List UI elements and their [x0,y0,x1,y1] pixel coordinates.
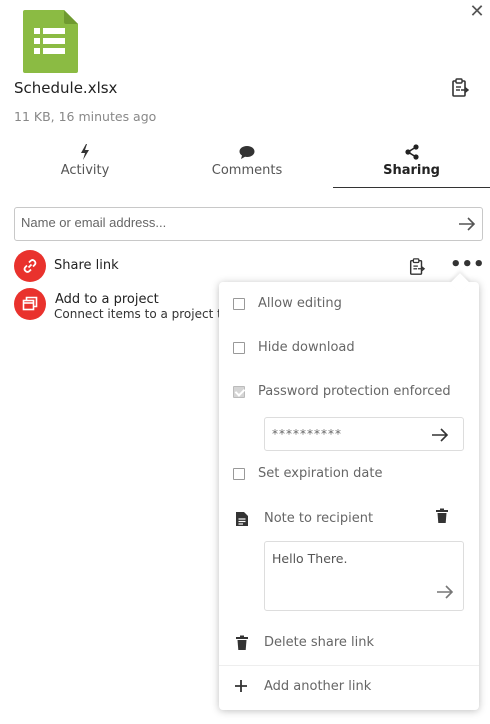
tab-comments[interactable]: Comments [200,143,294,187]
hide-download-label: Hide download [258,340,355,355]
share-search-input[interactable] [21,215,441,230]
delete-note-button[interactable] [435,508,449,524]
add-another-link-button[interactable]: Add another link [264,679,371,694]
share-search-box [14,207,483,241]
trash-icon [436,508,448,523]
spreadsheet-icon [22,8,80,74]
copy-link-button[interactable] [408,258,426,276]
project-description: Connect items to a project to make them … [54,307,220,321]
arrow-right-icon[interactable] [458,216,476,232]
allow-editing-checkbox[interactable] [233,298,245,310]
password-protection-label: Password protection enforced [258,384,451,399]
close-icon: ✕ [469,1,485,22]
tab-sharing[interactable]: Sharing [333,143,490,188]
tab-activity[interactable]: Activity [40,143,130,187]
share-link-label: Share link [54,258,119,273]
more-options-button[interactable]: ••• [450,255,485,275]
allow-editing-label: Allow editing [258,296,342,311]
trash-icon [235,635,249,651]
bolt-icon [40,143,130,163]
tab-label: Activity [60,163,110,178]
delete-share-link-button[interactable]: Delete share link [264,635,374,650]
hide-download-checkbox[interactable] [233,342,245,354]
clipboard-icon [409,258,426,275]
menu-divider [219,665,479,666]
more-icon: ••• [450,254,485,275]
arrow-right-icon[interactable] [431,427,449,443]
note-label: Note to recipient [264,511,374,526]
tab-label: Sharing [383,163,440,178]
allow-editing-option[interactable]: Allow editing [219,296,479,326]
file-name: Schedule.xlsx [14,79,118,97]
tab-bar: Activity Comments Sharing [0,143,490,189]
file-meta: 11 KB, 16 minutes ago [14,109,157,124]
note-icon [235,511,249,527]
link-icon [23,259,37,273]
close-button[interactable]: ✕ [466,2,488,24]
password-protection-option: Password protection enforced [219,384,479,414]
note-text: Hello There. [272,551,348,566]
note-textarea[interactable]: Hello There. [264,541,464,611]
password-protection-checkbox [233,386,245,398]
password-field[interactable]: ********** [264,417,464,451]
project-icon [22,296,38,311]
expiration-label: Set expiration date [258,466,383,481]
comment-icon [200,143,294,163]
share-options-menu: Allow editing Hide download Password pro… [219,282,479,710]
project-label[interactable]: Add to a project [55,292,159,307]
share-icon [333,143,490,163]
expiration-option[interactable]: Set expiration date [219,466,479,496]
password-value: ********** [272,427,342,441]
project-avatar [14,288,46,320]
share-link-avatar [14,250,46,282]
clipboard-icon [452,78,470,97]
expiration-checkbox[interactable] [233,468,245,480]
tab-label: Comments [211,163,283,178]
clipboard-button[interactable] [451,78,471,98]
plus-icon [234,679,248,693]
hide-download-option[interactable]: Hide download [219,340,479,370]
arrow-right-icon[interactable] [436,584,454,600]
